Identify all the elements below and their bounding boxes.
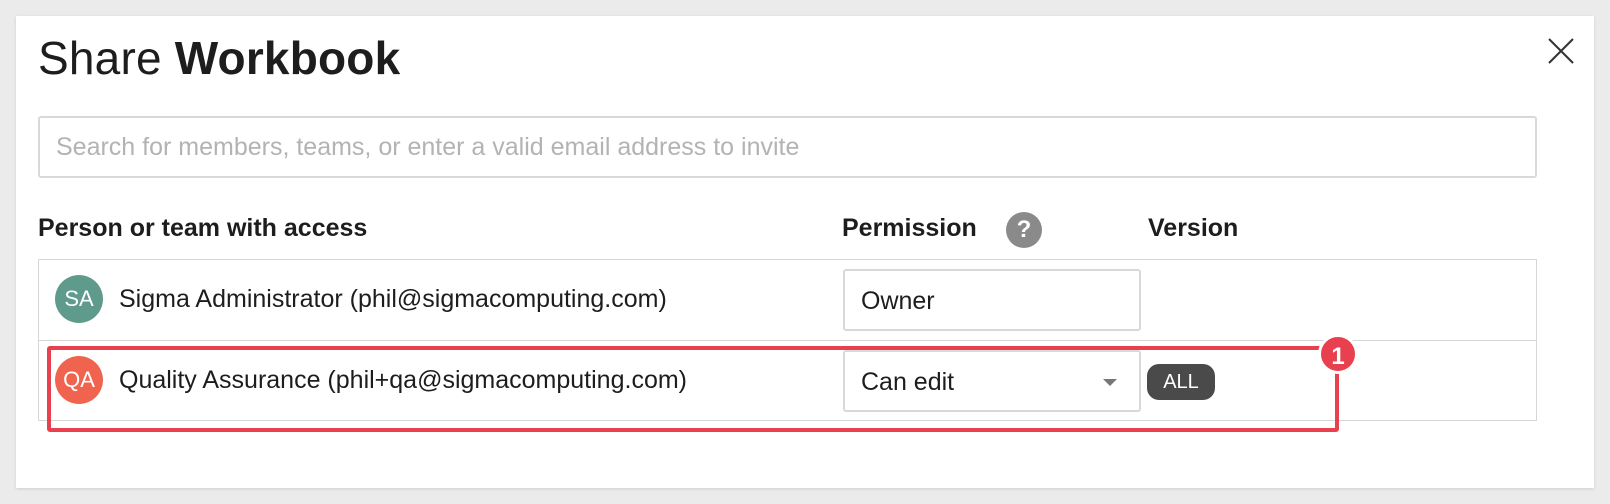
column-header-person: Person or team with access <box>38 214 368 242</box>
permission-field-owner: Owner <box>843 269 1141 331</box>
dialog-title: Share Workbook <box>38 30 400 86</box>
column-header-permission: Permission <box>842 214 977 242</box>
table-row: QA Quality Assurance (phil+qa@sigmacompu… <box>39 341 1536 421</box>
access-table: SA Sigma Administrator (phil@sigmacomput… <box>38 259 1537 421</box>
chevron-down-icon <box>1103 379 1117 386</box>
permission-dropdown[interactable]: Can edit <box>843 350 1141 412</box>
permission-value: Can edit <box>861 368 955 396</box>
table-row: SA Sigma Administrator (phil@sigmacomput… <box>39 260 1536 341</box>
permission-value: Owner <box>861 287 935 315</box>
version-badge: ALL <box>1147 364 1215 400</box>
search-input[interactable] <box>38 116 1537 178</box>
member-name: Quality Assurance (phil+qa@sigmacomputin… <box>119 366 687 394</box>
dialog-title-light: Share <box>38 32 162 84</box>
avatar: SA <box>55 275 103 323</box>
help-icon[interactable]: ? <box>1006 212 1042 248</box>
share-workbook-dialog: Share Workbook Person or team with acces… <box>16 16 1594 488</box>
dialog-title-bold: Workbook <box>174 32 401 84</box>
avatar: QA <box>55 356 103 404</box>
member-name: Sigma Administrator (phil@sigmacomputing… <box>119 285 667 313</box>
close-icon[interactable] <box>1546 36 1576 66</box>
annotation-marker: 1 <box>1318 334 1358 374</box>
column-header-version: Version <box>1148 214 1239 242</box>
